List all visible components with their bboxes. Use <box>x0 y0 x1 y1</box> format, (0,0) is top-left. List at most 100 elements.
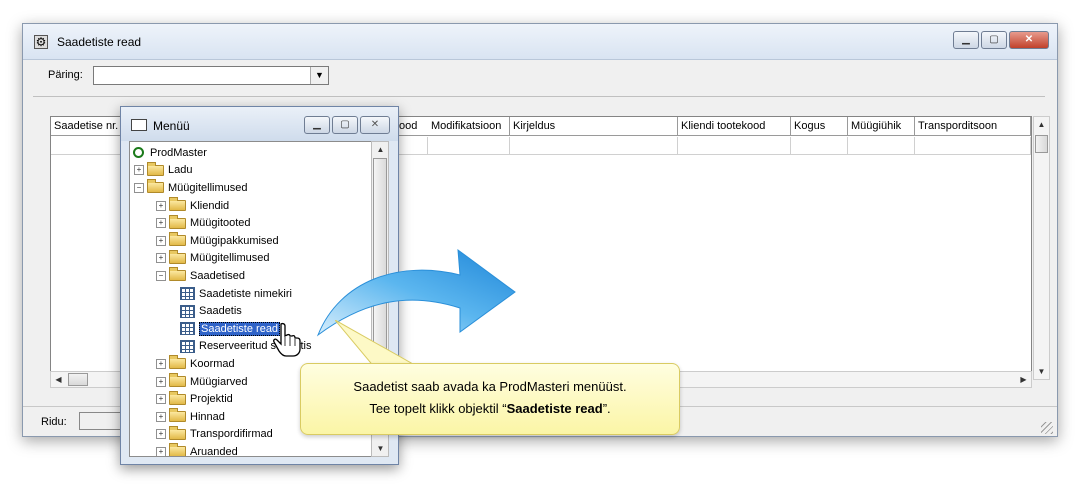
main-title-bar[interactable]: Saadetiste read ▁ ▢ ✕ <box>23 24 1057 60</box>
folder-icon <box>169 408 186 423</box>
expand-icon[interactable]: + <box>156 358 166 369</box>
tree-item-label: Saadetiste nimekiri <box>199 287 292 300</box>
tree-item[interactable]: + Müügipakkumised <box>156 232 279 250</box>
column-header[interactable]: Kogus <box>791 117 848 136</box>
scroll-up-icon[interactable]: ▲ <box>1034 117 1049 132</box>
app-icon <box>34 34 48 50</box>
column-header[interactable]: Saadetise nr. <box>51 117 121 136</box>
scroll-right-icon[interactable]: ▶ <box>1016 372 1031 387</box>
column-header[interactable]: Modifikatsioon <box>428 117 510 136</box>
document-icon <box>180 322 195 336</box>
table-cell[interactable] <box>848 137 915 155</box>
rows-label: Ridu: <box>41 416 67 428</box>
tree-item-label: Saadetis <box>199 305 242 318</box>
menu-window-controls: ▁ ▢ ✕ <box>304 116 390 135</box>
tree-item[interactable]: Saadetiste read <box>180 320 281 338</box>
window-controls: ▁ ▢ ✕ <box>953 31 1049 50</box>
tree-item[interactable]: + Müügiarved <box>156 373 247 391</box>
tree-item-label: Müügiarved <box>190 375 248 388</box>
column-header[interactable]: Transporditsoon <box>915 117 1031 136</box>
scroll-thumb[interactable] <box>1035 135 1048 153</box>
expand-icon[interactable]: + <box>156 446 166 456</box>
tree-item[interactable]: − Saadetised <box>156 267 245 285</box>
folder-icon <box>169 197 186 212</box>
vertical-scrollbar[interactable]: ▲ ▼ <box>1033 116 1050 380</box>
rows-count: 0 <box>79 412 130 430</box>
expand-icon[interactable]: + <box>156 376 166 387</box>
folder-icon <box>147 179 164 194</box>
chevron-down-icon[interactable]: ▼ <box>310 67 328 84</box>
tree-item-label: Transpordifirmad <box>190 428 273 441</box>
tree-item[interactable]: ProdMaster <box>133 144 207 162</box>
expand-icon[interactable]: + <box>156 394 166 405</box>
scroll-up-icon[interactable]: ▲ <box>373 142 388 157</box>
expand-icon[interactable]: + <box>134 165 144 176</box>
resize-grip-icon[interactable] <box>1041 422 1053 434</box>
tree-item-label: Projektid <box>190 393 233 406</box>
tree-item[interactable]: + Kliendid <box>156 197 229 215</box>
tree-item-label: Aruanded <box>190 445 238 457</box>
maximize-button[interactable]: ▢ <box>981 31 1007 49</box>
column-header[interactable]: Kirjeldus <box>510 117 678 136</box>
tree-item-label: Müügipakkumised <box>190 234 279 247</box>
scroll-left-icon[interactable]: ◀ <box>51 372 66 387</box>
collapse-icon[interactable]: − <box>156 270 166 281</box>
tree-item[interactable]: + Müügitooted <box>156 214 251 232</box>
tree-item[interactable]: Saadetis <box>180 302 242 320</box>
folder-icon <box>169 443 186 456</box>
expand-icon[interactable]: + <box>156 200 166 211</box>
document-icon <box>180 287 195 301</box>
table-cell[interactable] <box>428 137 510 155</box>
tree-item[interactable]: + Koormad <box>156 355 235 373</box>
expand-icon[interactable]: + <box>156 235 166 246</box>
expand-icon[interactable]: + <box>156 218 166 229</box>
tree-item-label: Saadetised <box>190 269 246 282</box>
window-title: Saadetiste read <box>57 35 142 49</box>
tree-item[interactable]: + Müügitellimused <box>156 249 269 268</box>
collapse-icon[interactable]: − <box>134 182 144 193</box>
menu-title: Menüü <box>153 119 190 133</box>
callout-text: Tee topelt klikk objektil “ <box>369 401 507 416</box>
tree-item[interactable]: + Ladu <box>134 161 193 180</box>
scroll-down-icon[interactable]: ▼ <box>373 441 388 456</box>
tree-item-label: Müügitooted <box>190 217 251 230</box>
tree-item[interactable]: + Aruanded <box>156 443 238 457</box>
folder-icon <box>169 355 186 370</box>
close-button[interactable]: ✕ <box>1009 31 1049 49</box>
menu-title-bar[interactable]: Menüü ▁ ▢ ✕ <box>121 107 398 141</box>
folder-icon <box>169 214 186 229</box>
tree-item[interactable]: + Hinnad <box>156 408 225 426</box>
table-cell[interactable] <box>396 137 428 155</box>
tree-item[interactable]: Saadetiste nimekiri <box>180 285 292 303</box>
expand-icon[interactable]: + <box>156 411 166 422</box>
minimize-button[interactable]: ▁ <box>304 116 330 134</box>
tree-item-label: Ladu <box>168 164 193 177</box>
tree-item[interactable]: + Transpordifirmad <box>156 425 273 444</box>
scroll-down-icon[interactable]: ▼ <box>1034 364 1049 379</box>
column-header[interactable]: Müügiühik <box>848 117 915 136</box>
tree-item-label: Kliendid <box>190 199 230 212</box>
expand-icon[interactable]: + <box>156 429 166 440</box>
table-cell[interactable] <box>510 137 678 155</box>
tree-item-label: ProdMaster <box>150 146 207 159</box>
folder-icon <box>169 267 186 282</box>
minimize-button[interactable]: ▁ <box>953 31 979 49</box>
tree-item[interactable]: + Projektid <box>156 390 233 408</box>
scroll-thumb[interactable] <box>68 373 88 386</box>
tree-item-label: Koormad <box>190 357 235 370</box>
document-icon <box>180 304 195 318</box>
query-label: Päring: <box>48 69 83 81</box>
folder-icon <box>169 249 186 264</box>
column-header[interactable]: Kliendi tootekood <box>678 117 791 136</box>
table-cell[interactable] <box>678 137 791 155</box>
table-cell[interactable] <box>791 137 848 155</box>
maximize-button[interactable]: ▢ <box>332 116 358 134</box>
tree-item-label: Hinnad <box>190 410 225 423</box>
table-cell[interactable] <box>915 137 1031 155</box>
root-icon <box>133 147 144 159</box>
query-dropdown[interactable]: ▼ <box>93 66 329 85</box>
divider <box>33 96 1045 97</box>
close-button[interactable]: ✕ <box>360 116 390 134</box>
tree-item[interactable]: − Müügitellimused <box>134 179 247 197</box>
expand-icon[interactable]: + <box>156 253 166 264</box>
